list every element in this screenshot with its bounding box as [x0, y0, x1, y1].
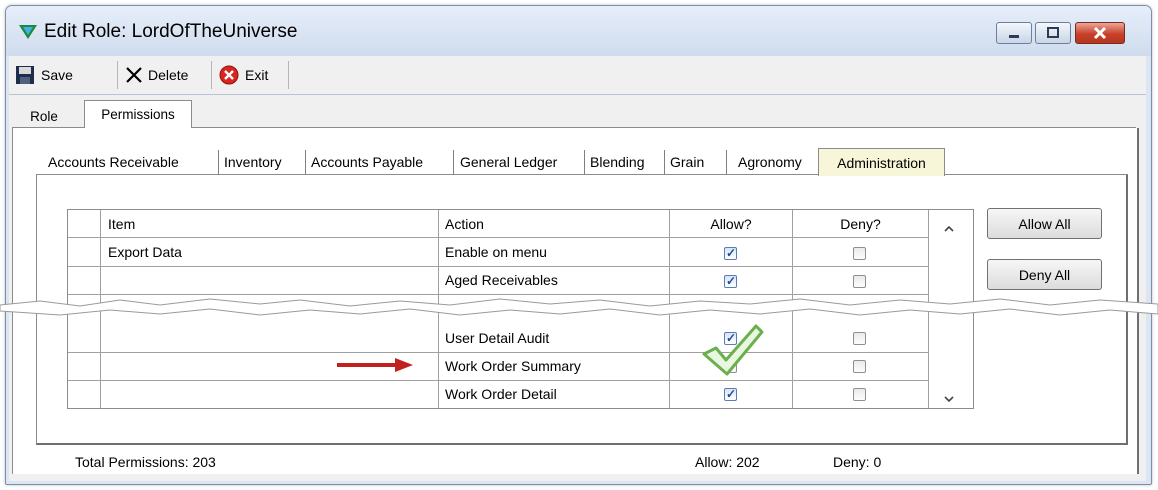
exit-button[interactable]: Exit: [219, 56, 268, 94]
red-x-circle-icon: [219, 65, 239, 85]
tab-agronomy[interactable]: Agronomy: [738, 150, 802, 174]
tab-general-ledger[interactable]: General Ledger: [460, 150, 557, 174]
tab-separator: [726, 150, 727, 174]
scroll-down-icon[interactable]: [942, 394, 956, 404]
tab-label: Blending: [590, 154, 645, 170]
allow-all-button[interactable]: Allow All: [987, 208, 1102, 239]
tab-separator: [664, 150, 665, 174]
tab-permissions-label: Permissions: [101, 107, 175, 122]
cell-action: Aged Receivables: [445, 272, 558, 288]
exit-label: Exit: [245, 67, 269, 83]
cell-action: Work Order Summary: [445, 358, 581, 374]
x-icon: [126, 67, 142, 83]
save-label: Save: [41, 67, 73, 83]
allow-checkbox[interactable]: ✓: [724, 274, 737, 288]
save-button[interactable]: Save: [15, 56, 73, 94]
tab-label: Accounts Payable: [311, 154, 424, 170]
allow-checkbox[interactable]: ✓: [724, 246, 737, 260]
minimize-icon: [1009, 35, 1019, 38]
deny-count: Deny: 0: [833, 454, 882, 470]
tab-grain[interactable]: Grain: [670, 150, 704, 174]
column-header-action[interactable]: Action: [445, 210, 484, 238]
close-button[interactable]: [1075, 22, 1125, 44]
tab-label: Administration: [837, 154, 926, 171]
cell-action: User Detail Audit: [445, 330, 550, 346]
green-checkmark-icon: [702, 324, 764, 376]
scroll-up-icon[interactable]: [942, 224, 956, 234]
deny-all-label: Deny All: [1018, 266, 1071, 283]
tab-accounts-payable[interactable]: Accounts Payable: [311, 150, 423, 174]
window-title: Edit Role: LordOfTheUniverse: [44, 21, 298, 42]
tab-label: Grain: [670, 154, 705, 170]
maximize-icon: [1047, 27, 1059, 38]
column-header-deny[interactable]: Deny?: [793, 210, 928, 238]
cell-item: Export Data: [108, 244, 182, 260]
tab-label: General Ledger: [460, 154, 558, 170]
deny-checkbox[interactable]: [853, 275, 866, 288]
red-arrow-icon: [337, 358, 413, 372]
deny-checkbox[interactable]: [853, 388, 866, 401]
tab-inventory[interactable]: Inventory: [224, 150, 282, 174]
torn-paper-break: [0, 298, 1158, 316]
deny-checkbox[interactable]: [853, 247, 866, 260]
toolbar: Save Delete Exit: [9, 56, 1146, 95]
tab-role[interactable]: Role: [15, 104, 73, 128]
deny-checkbox[interactable]: [853, 332, 866, 345]
close-icon: [1093, 26, 1107, 40]
floppy-disk-icon: [16, 66, 34, 84]
tab-separator: [453, 150, 454, 174]
toolbar-separator: [211, 61, 212, 89]
tab-separator: [218, 150, 219, 174]
deny-checkbox[interactable]: [853, 360, 866, 373]
tab-separator: [305, 150, 306, 174]
tab-blending[interactable]: Blending: [590, 150, 645, 174]
column-header-allow[interactable]: Allow?: [670, 210, 792, 238]
column-header-item[interactable]: Item: [108, 210, 135, 238]
check-icon: ✓: [726, 274, 737, 288]
check-icon: ✓: [726, 246, 737, 260]
tab-label: Inventory: [224, 154, 282, 170]
allow-all-label: Allow All: [1018, 215, 1071, 232]
delete-button[interactable]: Delete: [125, 56, 188, 94]
cell-action: Enable on menu: [445, 244, 547, 260]
delete-label: Delete: [148, 67, 189, 83]
tab-label: Accounts Receivable: [48, 154, 179, 170]
tab-permissions[interactable]: Permissions: [84, 100, 192, 128]
maximize-button[interactable]: [1035, 22, 1071, 44]
tab-administration[interactable]: Administration: [818, 148, 945, 176]
tab-accounts-receivable[interactable]: Accounts Receivable: [48, 150, 179, 174]
deny-all-button[interactable]: Deny All: [987, 259, 1102, 290]
allow-checkbox[interactable]: ✓: [724, 387, 737, 401]
tab-separator: [584, 150, 585, 174]
allow-count: Allow: 202: [695, 454, 760, 470]
toolbar-separator: [288, 61, 289, 89]
total-permissions: Total Permissions: 203: [75, 454, 216, 470]
tab-label: Agronomy: [738, 154, 802, 170]
toolbar-separator: [117, 61, 118, 89]
app-icon: [19, 25, 37, 39]
tab-role-label: Role: [30, 108, 58, 124]
minimize-button[interactable]: [996, 22, 1032, 44]
cell-action: Work Order Detail: [445, 386, 557, 402]
check-icon: ✓: [726, 387, 737, 401]
title-bar[interactable]: Edit Role: LordOfTheUniverse: [6, 6, 1151, 56]
